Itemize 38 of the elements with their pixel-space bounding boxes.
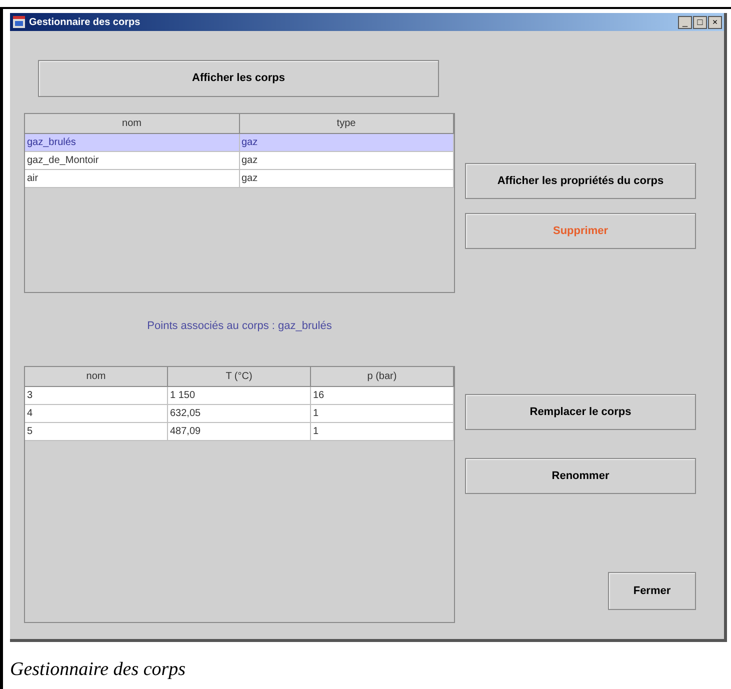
table-cell: 1 150 xyxy=(168,386,311,404)
table-cell: 1 xyxy=(311,422,454,440)
close-button[interactable]: × xyxy=(708,16,722,28)
action-button[interactable]: Afficher les propriétés du corps xyxy=(465,163,696,199)
table-cell: air xyxy=(25,170,240,187)
table-row[interactable]: air gaz xyxy=(25,170,454,188)
table-cell: 5 xyxy=(25,422,168,440)
table-row[interactable]: gaz_de_Montoir gaz xyxy=(25,152,454,170)
figure-caption: Gestionnaire des corps xyxy=(10,658,187,682)
table-cell: 16 xyxy=(311,386,454,404)
table-cell: gaz xyxy=(240,134,454,151)
table-row[interactable]: gaz_brulés gaz xyxy=(25,134,454,152)
table-cell: 4 xyxy=(25,404,168,422)
table-cell: 632,05 xyxy=(168,404,311,422)
column-header[interactable]: nom xyxy=(25,366,168,386)
action-button[interactable]: Renommer xyxy=(465,458,696,494)
column-header[interactable]: p (bar) xyxy=(311,366,454,386)
column-header[interactable]: nom xyxy=(25,114,240,134)
close-dialog-button[interactable]: Fermer xyxy=(608,572,696,610)
maximize-button[interactable]: □ xyxy=(693,16,707,28)
table-cell: 3 xyxy=(25,386,168,404)
table-row[interactable]: 4 632,05 1 xyxy=(25,404,454,422)
app-icon xyxy=(12,15,26,29)
table-cell: 487,09 xyxy=(168,422,311,440)
table-row[interactable]: 5 487,09 1 xyxy=(25,422,454,440)
window-title: Gestionnaire des corps xyxy=(29,16,142,30)
table-cell: gaz_de_Montoir xyxy=(25,152,240,169)
table-row[interactable]: 3 1 150 16 xyxy=(25,386,454,404)
minimize-button[interactable]: _ xyxy=(678,16,692,28)
column-header[interactable]: T (°C) xyxy=(168,366,311,386)
table-cell: gaz_brulés xyxy=(25,134,240,151)
column-header[interactable]: type xyxy=(240,114,454,134)
show-bodies-button[interactable]: Afficher les corps xyxy=(38,60,439,97)
action-button[interactable]: Remplacer le corps xyxy=(465,394,696,430)
table-cell: 1 xyxy=(311,404,454,422)
points-label: Points associés au corps : gaz_brulés xyxy=(146,319,333,334)
table-cell: gaz xyxy=(240,152,454,169)
table-cell: gaz xyxy=(240,170,454,187)
